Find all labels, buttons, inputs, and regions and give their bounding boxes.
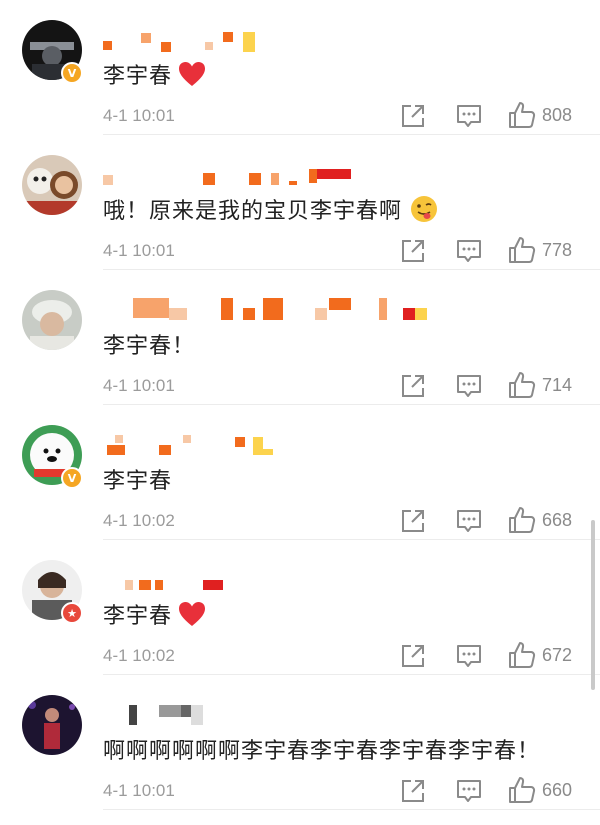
- comment-icon[interactable]: [455, 373, 483, 399]
- heart-icon: [178, 601, 206, 627]
- comment-icon[interactable]: [455, 508, 483, 534]
- comment-text-content: 李宇春: [103, 64, 173, 89]
- comment-text: 哦！原来是我的宝贝李宇春啊: [103, 193, 438, 225]
- comment-timestamp: 4-1 10:01: [103, 781, 175, 800]
- thumbs-up-icon: [508, 101, 536, 129]
- comment-icon[interactable]: [455, 103, 483, 129]
- thumbs-up-icon: [508, 776, 536, 804]
- comment-item: 李宇春！ 4-1 10:01 714: [0, 270, 600, 405]
- comment-actions: 672: [400, 640, 600, 670]
- comment-actions: 714: [400, 370, 600, 400]
- username-blurred[interactable]: [103, 161, 403, 185]
- like-count: 672: [542, 644, 573, 665]
- thumbs-up-icon: [508, 236, 536, 264]
- like-count: 808: [542, 104, 573, 125]
- comment-timestamp: 4-1 10:01: [103, 376, 175, 395]
- comment-actions: 668: [400, 505, 600, 535]
- username-blurred[interactable]: [103, 701, 403, 725]
- verified-badge-icon: V: [61, 62, 83, 84]
- heart-icon: [178, 61, 206, 87]
- like-count: 778: [542, 239, 573, 260]
- comment-actions: 660: [400, 775, 600, 805]
- comment-list: V 李宇春 4-1 10:01 808 哦！原来是我的宝贝李宇春啊 4-1 10…: [0, 0, 600, 825]
- like-button[interactable]: 714: [508, 370, 598, 400]
- comment-icon[interactable]: [455, 643, 483, 669]
- comment-text-content: 啊啊啊啊啊啊李宇春李宇春李宇春李宇春！: [103, 739, 541, 764]
- avatar[interactable]: [22, 155, 82, 215]
- comment-timestamp: 4-1 10:01: [103, 241, 175, 260]
- comment-item: V 李宇春 4-1 10:01 808: [0, 0, 600, 135]
- thumbs-up-icon: [508, 506, 536, 534]
- share-icon[interactable]: [400, 643, 428, 669]
- comment-text: 啊啊啊啊啊啊李宇春李宇春李宇春李宇春！: [103, 733, 540, 765]
- comment-actions: 778: [400, 235, 600, 265]
- comment-timestamp: 4-1 10:01: [103, 106, 175, 125]
- like-button[interactable]: 668: [508, 505, 598, 535]
- comment-item: V 李宇春 4-1 10:02 668: [0, 405, 600, 540]
- share-icon[interactable]: [400, 103, 428, 129]
- comment-text-content: 李宇春！: [103, 334, 196, 359]
- tongue-face-icon: [410, 195, 438, 223]
- share-icon[interactable]: [400, 373, 428, 399]
- comment-text-content: 哦！原来是我的宝贝李宇春啊: [103, 199, 403, 224]
- scrollbar[interactable]: [591, 520, 595, 690]
- username-blurred[interactable]: [103, 431, 403, 455]
- share-icon[interactable]: [400, 238, 428, 264]
- comment-timestamp: 4-1 10:02: [103, 646, 175, 665]
- verified-badge-icon: V: [61, 467, 83, 489]
- divider: [103, 809, 600, 810]
- thumbs-up-icon: [508, 371, 536, 399]
- like-button[interactable]: 778: [508, 235, 598, 265]
- username-blurred[interactable]: [103, 296, 427, 320]
- comment-text-content: 李宇春: [103, 469, 173, 494]
- like-button[interactable]: 808: [508, 100, 598, 130]
- comment-timestamp: 4-1 10:02: [103, 511, 175, 530]
- comment-item: 哦！原来是我的宝贝李宇春啊 4-1 10:01 778: [0, 135, 600, 270]
- comment-text-content: 李宇春: [103, 604, 173, 629]
- share-icon[interactable]: [400, 508, 428, 534]
- star-badge-icon: ★: [61, 602, 83, 624]
- like-count: 660: [542, 779, 573, 800]
- like-button[interactable]: 660: [508, 775, 598, 805]
- comment-actions: 808: [400, 100, 600, 130]
- comment-text: 李宇春！: [103, 328, 195, 360]
- avatar[interactable]: [22, 290, 82, 350]
- avatar[interactable]: [22, 695, 82, 755]
- thumbs-up-icon: [508, 641, 536, 669]
- comment-icon[interactable]: [455, 238, 483, 264]
- like-button[interactable]: 672: [508, 640, 598, 670]
- username-blurred[interactable]: [103, 26, 403, 52]
- comment-text: 李宇春: [103, 463, 172, 495]
- like-count: 668: [542, 509, 573, 530]
- like-count: 714: [542, 374, 573, 395]
- username-blurred[interactable]: [103, 566, 403, 590]
- comment-icon[interactable]: [455, 778, 483, 804]
- comment-text: 李宇春: [103, 58, 206, 90]
- comment-text: 李宇春: [103, 598, 206, 630]
- comment-item: 啊啊啊啊啊啊李宇春李宇春李宇春李宇春！ 4-1 10:01 660: [0, 675, 600, 810]
- comment-item: ★ 李宇春 4-1 10:02 672: [0, 540, 600, 675]
- share-icon[interactable]: [400, 778, 428, 804]
